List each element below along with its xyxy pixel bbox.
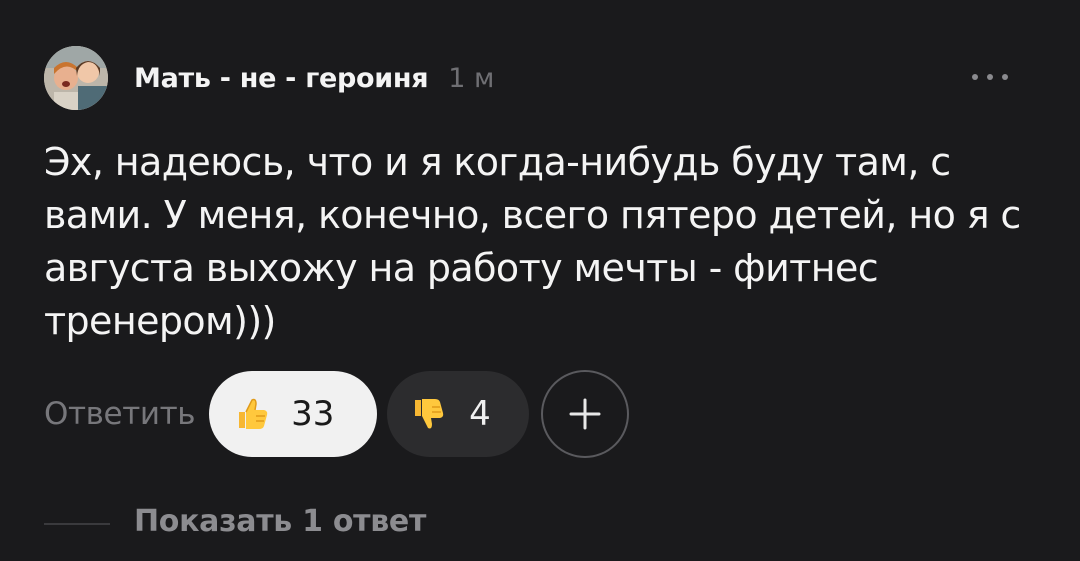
comment-header: Мать - не - героиня 1 м bbox=[44, 46, 1034, 110]
thread-divider bbox=[44, 523, 110, 525]
show-replies-button[interactable]: Показать 1 ответ bbox=[134, 504, 426, 539]
add-reaction-button[interactable] bbox=[541, 370, 630, 458]
more-dot-icon bbox=[987, 74, 993, 80]
like-reaction-button[interactable]: 33 bbox=[209, 371, 378, 457]
reply-button[interactable]: Ответить bbox=[44, 396, 196, 432]
comment-timestamp: 1 м bbox=[448, 62, 495, 94]
plus-icon bbox=[569, 398, 601, 430]
thumbs-down-icon bbox=[415, 399, 444, 429]
more-dot-icon bbox=[972, 74, 978, 80]
thumbs-up-icon bbox=[239, 398, 268, 429]
avatar-photo-icon bbox=[44, 46, 108, 110]
dislike-reaction-button[interactable]: 4 bbox=[387, 371, 530, 457]
dislike-count: 4 bbox=[469, 394, 491, 434]
like-count: 33 bbox=[291, 394, 335, 434]
comment-text: Эх, надеюсь, что и я когда-нибудь буду т… bbox=[44, 140, 1021, 343]
more-dot-icon bbox=[1002, 74, 1008, 80]
author-avatar[interactable] bbox=[44, 46, 108, 110]
author-name[interactable]: Мать - не - героиня bbox=[134, 63, 429, 94]
more-options-button[interactable] bbox=[972, 62, 1008, 92]
comment-actions: Ответить 33 4 bbox=[44, 370, 630, 458]
